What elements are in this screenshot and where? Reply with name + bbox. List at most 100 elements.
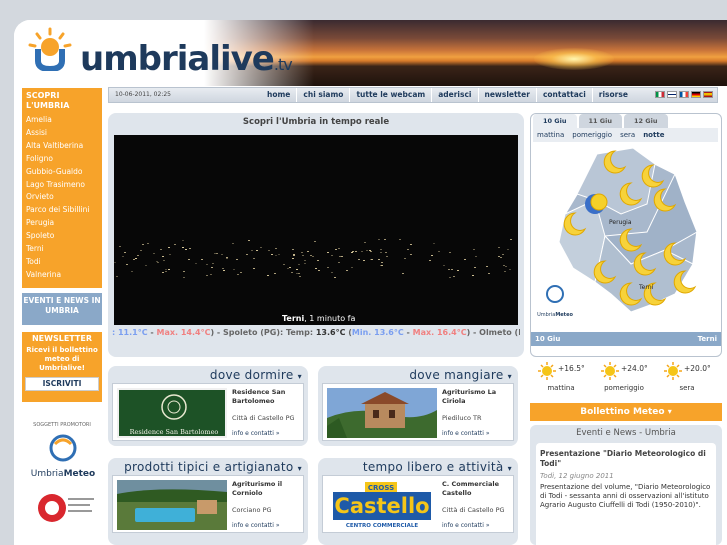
german-flag-icon[interactable]: [691, 91, 701, 98]
nav-newsletter[interactable]: newsletter: [477, 88, 536, 102]
city-light: [309, 254, 312, 256]
city-light: [301, 254, 304, 256]
listing-thumbnail[interactable]: [327, 388, 437, 438]
info-link[interactable]: info e contatti »: [442, 522, 490, 529]
sidebar-item-valnerina[interactable]: Valnerina: [22, 269, 102, 282]
listing-card[interactable]: Agriturismo La Ciriola Piediluco TR info…: [322, 383, 514, 441]
city-light: [145, 265, 148, 267]
sidebar-item-foligno[interactable]: Foligno: [22, 153, 102, 166]
listing-name[interactable]: Agriturismo il Corniolo: [232, 480, 302, 498]
city-light: [182, 270, 185, 272]
nav-aderisci[interactable]: aderisci: [431, 88, 477, 102]
time-notte[interactable]: notte: [643, 128, 664, 142]
city-light: [362, 259, 365, 261]
moon-icon: [590, 193, 608, 211]
webcam-image[interactable]: Terni, 1 minuto fa: [114, 135, 518, 325]
section-title[interactable]: dove dormire ▾: [210, 368, 302, 382]
city-light: [330, 255, 333, 257]
city-light: [299, 276, 302, 277]
listing-name[interactable]: Residence San Bartolomeo: [232, 388, 302, 406]
section-tempo-libero: tempo libero e attività ▾ CROSS Castello C…: [318, 458, 518, 545]
city-light: [499, 256, 502, 258]
listing-card[interactable]: CROSS Castello CENTRO COMMERCIALE C. Comme…: [322, 475, 514, 533]
spanish-flag-icon[interactable]: [703, 91, 713, 98]
nav-risorse[interactable]: risorse: [591, 88, 634, 102]
listing-card[interactable]: Agriturismo il Corniolo Corciano PG info…: [112, 475, 304, 533]
section-title[interactable]: tempo libero e attività ▾: [363, 460, 512, 474]
event-headline[interactable]: Presentazione "Diario Meteorologico di T…: [540, 449, 712, 469]
sidebar-item-todi[interactable]: Todi: [22, 256, 102, 269]
city-light: [287, 268, 290, 270]
site-logo[interactable]: umbrialive.tv: [26, 25, 293, 87]
sidebar-item-spoleto[interactable]: Spoleto: [22, 230, 102, 243]
city-light: [354, 251, 357, 253]
city-light: [266, 274, 269, 276]
chevron-down-icon: ▾: [507, 464, 512, 473]
city-light: [410, 243, 413, 245]
nav-contattaci[interactable]: contattaci: [535, 88, 592, 102]
sidebar-item-parco-sibillini[interactable]: Parco dei Sibillini: [22, 204, 102, 217]
tab-12-giu[interactable]: 12 Giu: [624, 114, 668, 128]
city-light: [121, 256, 124, 258]
city-light: [232, 242, 235, 244]
sidebar-item-orvieto[interactable]: Orvieto: [22, 191, 102, 204]
farmhouse-photo: [327, 388, 437, 438]
umbria-weather-map[interactable]: Perugia Terni UmbriaMeteo: [535, 144, 719, 329]
section-title[interactable]: dove mangiare ▾: [409, 368, 512, 382]
nav-home[interactable]: home: [261, 88, 296, 102]
section-title[interactable]: prodotti tipici e artigianato ▾: [124, 460, 302, 474]
listing-name[interactable]: Agriturismo La Ciriola: [442, 388, 512, 406]
events-news-button[interactable]: EVENTI E NEWS IN UMBRIA: [22, 293, 102, 325]
city-light: [205, 275, 208, 277]
english-flag-icon[interactable]: [667, 91, 677, 98]
subscribe-button[interactable]: ISCRIVITI: [25, 377, 99, 391]
listing-card[interactable]: Residence San Bartolomeo Residence San B…: [112, 383, 304, 441]
event-card[interactable]: Presentazione "Diario Meteorologico di T…: [536, 443, 716, 545]
umbriameteo-promoter-logo[interactable]: UmbriaMeteo: [28, 432, 98, 480]
ticker-mid: ) - Spoleto (PG): Temp:: [210, 328, 316, 337]
sidebar-item-perugia[interactable]: Perugia: [22, 217, 102, 230]
webcam-panel: Scopri l'Umbria in tempo reale Terni, 1 …: [108, 113, 524, 357]
brand-tld: .tv: [273, 55, 293, 74]
city-light: [188, 258, 191, 260]
time-sera[interactable]: sera: [620, 128, 635, 142]
listing-thumbnail[interactable]: CROSS Castello CENTRO COMMERCIALE: [327, 480, 437, 530]
city-light: [237, 274, 240, 276]
city-light: [259, 246, 262, 248]
city-light: [246, 254, 249, 256]
sidebar-item-assisi[interactable]: Assisi: [22, 127, 102, 140]
bollettino-meteo-button[interactable]: Bollettino Meteo ▾: [530, 403, 722, 421]
info-link[interactable]: info e contatti »: [442, 430, 490, 437]
time-mattina[interactable]: mattina: [537, 128, 564, 142]
city-light: [162, 256, 165, 258]
tab-10-giu[interactable]: 10 Giu: [533, 114, 577, 128]
city-light: [216, 253, 219, 255]
listing-thumbnail[interactable]: Residence San Bartolomeo: [117, 388, 227, 438]
city-light: [307, 251, 310, 253]
listing-name[interactable]: C. Commerciale Castello: [442, 480, 512, 498]
city-light: [267, 249, 270, 251]
sidebar-item-terni[interactable]: Terni: [22, 243, 102, 256]
city-light: [212, 262, 215, 264]
sidebar-item-amelia[interactable]: Amelia: [22, 114, 102, 127]
nav-tutte-le-webcam[interactable]: tutte le webcam: [349, 88, 431, 102]
city-light: [508, 268, 511, 270]
sidebar-item-lago-trasimeno[interactable]: Lago Trasimeno: [22, 179, 102, 192]
sidebar-item-gubbio-gualdo[interactable]: Gubbio-Gualdo: [22, 166, 102, 179]
italian-flag-icon[interactable]: [655, 91, 665, 98]
listing-thumbnail[interactable]: [117, 480, 227, 530]
city-light: [384, 239, 387, 241]
info-link[interactable]: info e contatti »: [232, 430, 280, 437]
french-flag-icon[interactable]: [679, 91, 689, 98]
nav-chi-siamo[interactable]: chi siamo: [296, 88, 349, 102]
city-light: [386, 255, 389, 257]
sidebar-item-alta-valtiberina[interactable]: Alta Valtiberina: [22, 140, 102, 153]
info-link[interactable]: info e contatti »: [232, 522, 280, 529]
ticker-min2: Min. 13.6°C: [351, 328, 404, 337]
city-light: [488, 272, 491, 274]
tab-11-giu[interactable]: 11 Giu: [578, 114, 622, 128]
time-pomeriggio[interactable]: pomeriggio: [572, 128, 612, 142]
city-light: [501, 254, 504, 256]
laboratory-promoter-logo[interactable]: [28, 486, 98, 542]
events-title: Eventi e News - Umbria: [576, 428, 676, 438]
